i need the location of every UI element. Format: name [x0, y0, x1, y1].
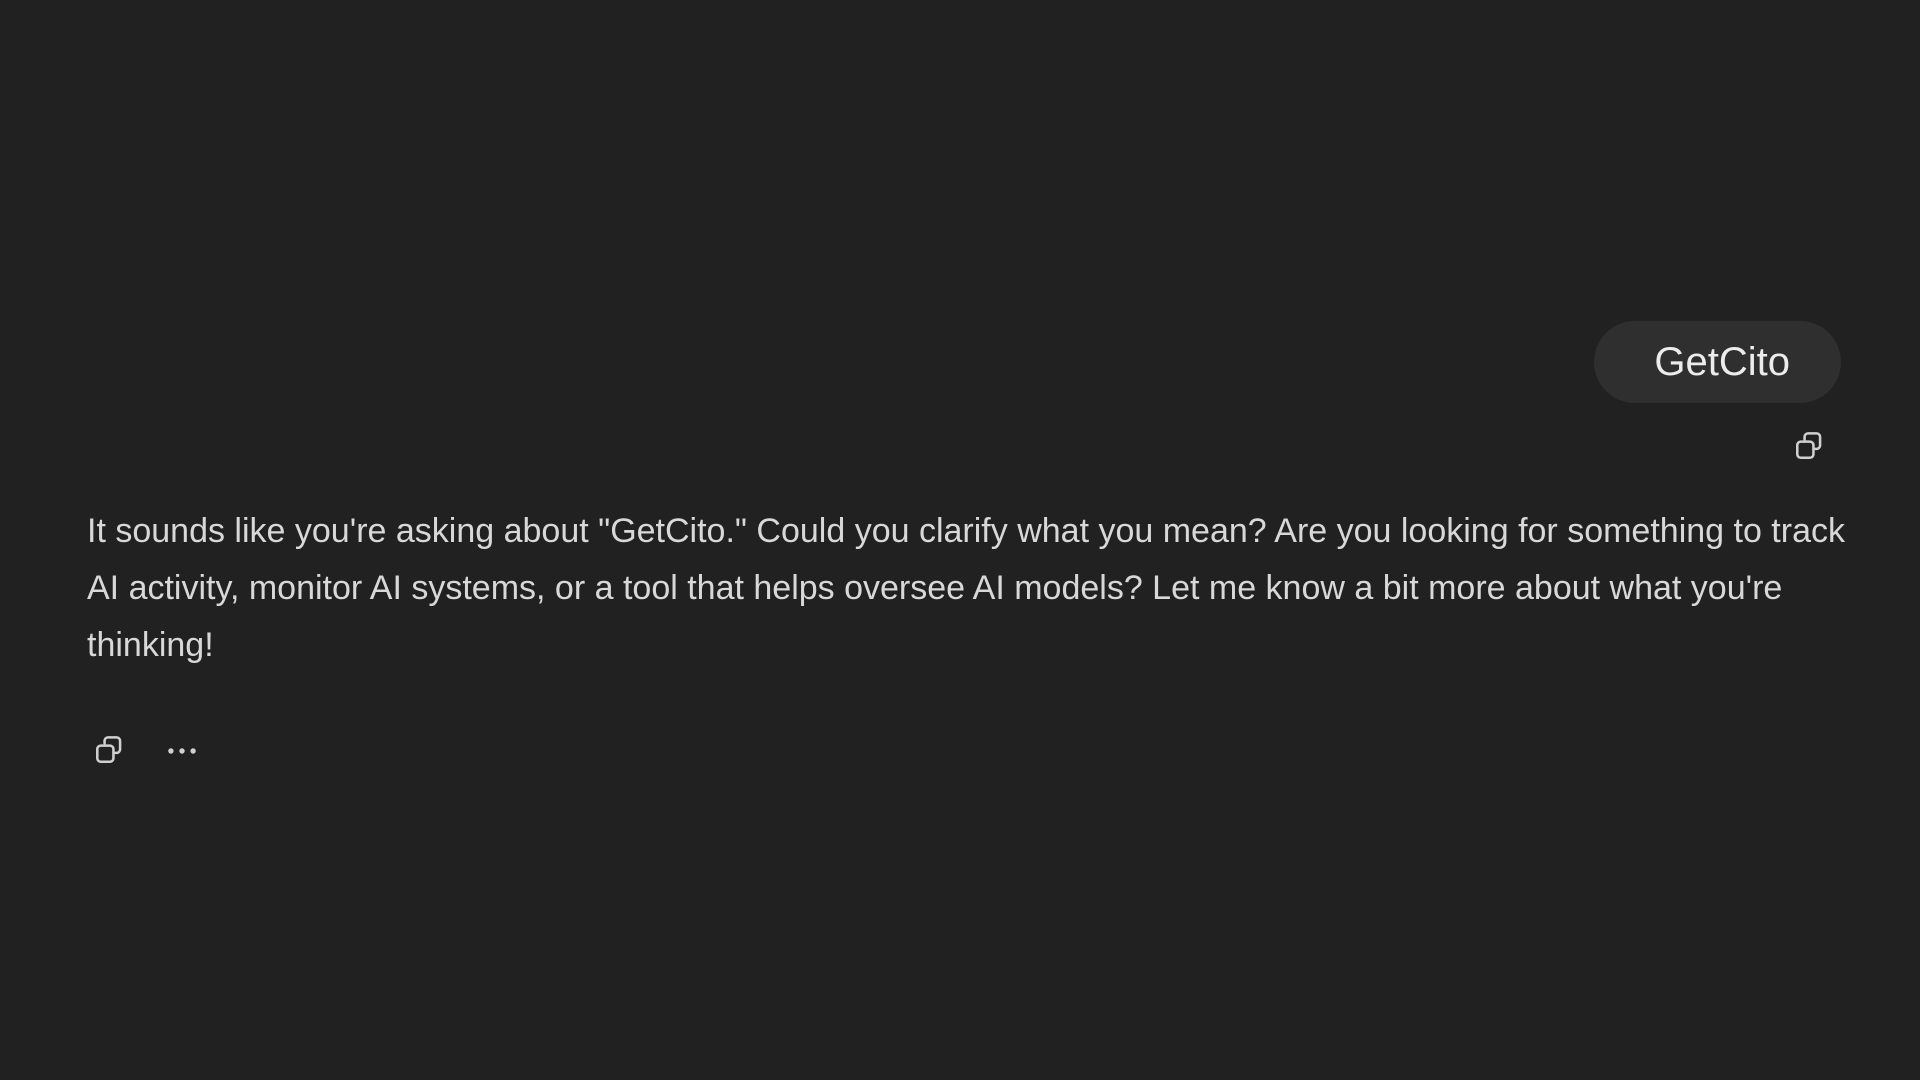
chat-thread: GetCito It sounds like you're asking abo… [0, 0, 1920, 1080]
assistant-message-text: It sounds like you're asking about "GetC… [87, 512, 1845, 664]
copy-icon [96, 736, 122, 764]
more-options-button[interactable] [163, 732, 201, 770]
copy-assistant-message-button[interactable] [90, 732, 128, 770]
user-message: GetCito [1594, 321, 1841, 466]
user-message-actions [1790, 428, 1828, 466]
copy-user-message-button[interactable] [1790, 428, 1828, 466]
copy-icon [1796, 432, 1822, 460]
more-options-icon [168, 748, 196, 754]
assistant-message-actions [90, 732, 1847, 770]
user-message-text: GetCito [1654, 339, 1790, 384]
assistant-message: It sounds like you're asking about "GetC… [87, 503, 1847, 770]
user-message-bubble: GetCito [1594, 321, 1841, 403]
